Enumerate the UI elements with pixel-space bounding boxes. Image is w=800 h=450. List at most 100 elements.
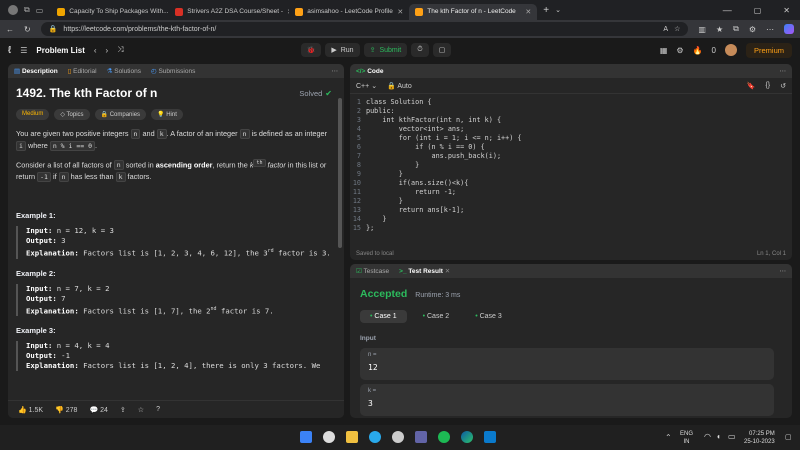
code-line[interactable]: 14 } <box>350 215 792 224</box>
run-button[interactable]: ▶ Run <box>325 43 360 57</box>
tray-chevron-icon[interactable]: ⌃ <box>665 433 672 442</box>
topics-chip[interactable]: ◇ Topics <box>54 109 90 120</box>
code-editor[interactable]: 1 class Solution {2 public: 3 int kthFactor… <box>350 94 792 234</box>
spotify-icon[interactable] <box>438 431 450 443</box>
browser-profile-icon[interactable] <box>8 5 18 15</box>
auto-toggle[interactable]: 🔒 Auto <box>387 82 412 90</box>
streak-fire-icon[interactable]: 🔥 <box>693 46 703 55</box>
dislike-button[interactable]: 👎 278 <box>55 406 77 414</box>
tab-menu-icon[interactable]: ⌄ <box>555 6 561 14</box>
avatar[interactable] <box>724 44 737 56</box>
problem-list-icon[interactable]: ☰ <box>20 46 27 55</box>
copilot-icon[interactable] <box>784 24 794 34</box>
help-icon[interactable]: ? <box>156 406 160 413</box>
code-line[interactable]: 1 class Solution { <box>350 98 792 107</box>
discord-icon[interactable] <box>392 431 404 443</box>
favorites-icon[interactable]: ★ <box>716 25 723 34</box>
reset-icon[interactable]: ↺ <box>780 82 786 90</box>
back-icon[interactable]: ← <box>6 25 14 34</box>
like-button[interactable]: 👍 1.5K <box>18 406 43 414</box>
tab-test-result[interactable]: >_ Test Result ✕ <box>399 267 450 275</box>
case-2-tab[interactable]: • Case 2 <box>413 310 460 323</box>
tab-submissions[interactable]: ◴ Submissions <box>151 67 195 75</box>
browser-tab-active[interactable]: The kth Factor of n - LeetCode ✕ <box>409 3 538 20</box>
start-icon[interactable] <box>300 431 312 443</box>
code-line[interactable]: 2 public: <box>350 107 792 116</box>
chatgpt-icon[interactable] <box>323 431 335 443</box>
telegram-icon[interactable] <box>369 431 381 443</box>
panel-more-icon[interactable]: ⋯ <box>780 267 787 275</box>
tab-close-icon[interactable]: ✕ <box>397 8 403 16</box>
prev-problem-icon[interactable]: ‹ <box>94 46 97 55</box>
premium-button[interactable]: Premium <box>745 42 792 58</box>
window-close-icon[interactable]: ✕ <box>783 6 790 15</box>
tab-actions-icon[interactable]: ▭ <box>36 6 44 15</box>
workspaces-icon[interactable]: ⧉ <box>24 5 30 15</box>
next-problem-icon[interactable]: › <box>106 46 109 55</box>
code-line[interactable]: 3 int kthFactor(int n, int k) { <box>350 116 792 125</box>
more-icon[interactable]: ⋯ <box>766 25 774 34</box>
read-aloud-icon[interactable]: A <box>663 26 668 33</box>
share-icon[interactable]: ⇪ <box>120 406 126 414</box>
debug-button[interactable]: 🐞 <box>300 43 322 57</box>
case-1-tab[interactable]: • Case 1 <box>360 310 407 323</box>
submit-button[interactable]: ⇪ Submit <box>363 43 408 57</box>
code-line[interactable]: 7 ans.push_back(i); <box>350 152 792 161</box>
browser-tab[interactable]: Capacity To Ship Packages With... ✕ <box>51 4 169 20</box>
wifi-icon[interactable]: ◠ <box>704 432 711 441</box>
case-3-tab[interactable]: • Case 3 <box>465 310 512 323</box>
tab-solutions[interactable]: ⚗ Solutions <box>107 67 141 75</box>
panel-more-icon[interactable]: ⋯ <box>332 67 339 75</box>
edge-icon[interactable] <box>461 431 473 443</box>
tab-description[interactable]: ▤ Description <box>14 67 58 75</box>
new-tab-icon[interactable]: + <box>543 5 549 16</box>
code-line[interactable]: 13 return ans[k-1]; <box>350 206 792 215</box>
battery-icon[interactable]: ▭ <box>728 432 736 441</box>
close-icon[interactable]: ✕ <box>445 268 450 275</box>
code-line[interactable]: 11 return -1; <box>350 188 792 197</box>
code-line[interactable]: 6 if (n % i == 0) { <box>350 143 792 152</box>
scrollbar[interactable] <box>338 98 342 248</box>
maximize-icon[interactable]: ▢ <box>754 6 762 15</box>
clock[interactable]: 07:25 PM 25-10-2023 <box>744 430 775 446</box>
vscode-icon[interactable] <box>484 431 496 443</box>
minimize-icon[interactable]: — <box>723 5 732 15</box>
split-screen-icon[interactable]: ▥ <box>698 25 706 34</box>
language-select[interactable]: C++ ⌄ <box>356 82 377 90</box>
companies-chip[interactable]: 🔒 Companies <box>94 109 147 120</box>
extensions-icon[interactable]: ⚙ <box>749 25 756 34</box>
refresh-icon[interactable]: ↻ <box>24 25 31 34</box>
code-line[interactable]: 9 } <box>350 170 792 179</box>
teams-icon[interactable] <box>415 431 427 443</box>
hint-chip[interactable]: 💡 Hint <box>151 109 183 120</box>
code-line[interactable]: 5 for (int i = 1; i <= n; i++) { <box>350 134 792 143</box>
bookmark-icon[interactable]: 🔖 <box>747 82 756 90</box>
tab-testcase[interactable]: ☑ Testcase <box>356 267 389 275</box>
tab-editorial[interactable]: ▯ Editorial <box>68 67 97 75</box>
code-line[interactable]: 15}; <box>350 224 792 233</box>
url-input[interactable]: 🔒 https://leetcode.com/problems/the-kth-… <box>40 22 689 36</box>
collections-icon[interactable]: ⧉ <box>733 24 739 34</box>
panel-more-icon[interactable]: ⋯ <box>780 67 787 75</box>
tab-close-icon[interactable]: ✕ <box>525 8 531 16</box>
notes-button[interactable]: ▢ <box>432 43 452 57</box>
leetcode-logo-icon[interactable]: ℓ <box>8 45 11 56</box>
settings-icon[interactable]: ⚙ <box>676 46 683 55</box>
code-line[interactable]: 12 } <box>350 197 792 206</box>
favorite-star-icon[interactable]: ☆ <box>674 25 680 33</box>
language-indicator[interactable]: ENG IN <box>680 430 693 446</box>
comments-button[interactable]: 💬 24 <box>89 406 107 414</box>
code-line[interactable]: 10 if(ans.size()<k){ <box>350 179 792 188</box>
code-line[interactable]: 4 vector<int> ans; <box>350 125 792 134</box>
notification-icon[interactable]: ▢ <box>785 433 792 441</box>
volume-icon[interactable]: ◖ <box>716 432 721 441</box>
braces-icon[interactable]: {} <box>765 82 770 89</box>
browser-tab[interactable]: Strivers A2Z DSA Course/Sheet - ✕ <box>169 4 289 20</box>
problem-list-link[interactable]: Problem List <box>36 46 84 55</box>
timer-button[interactable]: ⏱ <box>411 43 429 57</box>
code-tab[interactable]: </> Code <box>356 68 383 75</box>
shuffle-icon[interactable]: ⤨ <box>117 45 123 55</box>
file-explorer-icon[interactable] <box>346 431 358 443</box>
browser-tab[interactable]: asimsahoo - LeetCode Profile ✕ <box>289 4 409 20</box>
code-line[interactable]: 8 } <box>350 161 792 170</box>
